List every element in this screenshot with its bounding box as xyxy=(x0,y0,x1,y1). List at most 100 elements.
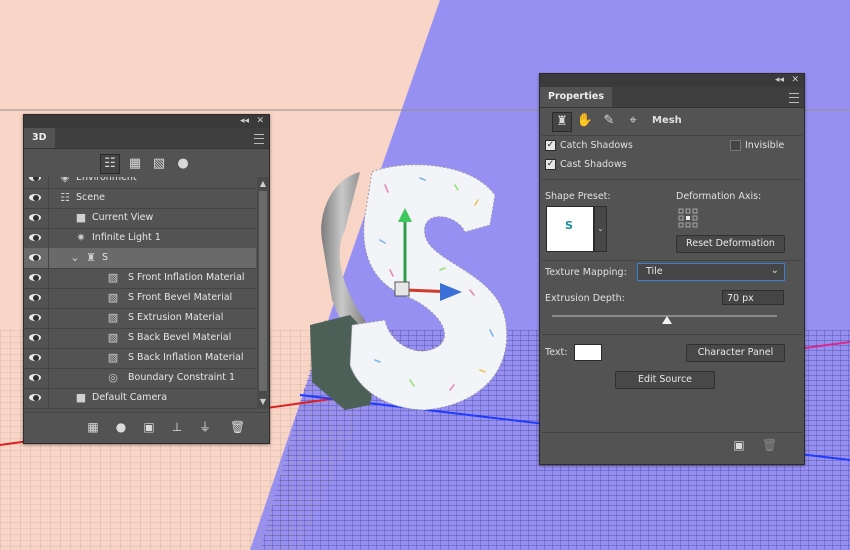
layer-row[interactable]: ▧ S Back Bevel Material xyxy=(24,328,256,349)
panel-menu-icon[interactable] xyxy=(254,134,264,144)
scene-filter-icon[interactable]: ☷ xyxy=(100,154,120,174)
row-separator xyxy=(48,288,49,308)
visibility-eye-icon[interactable] xyxy=(29,177,41,181)
properties-titlebar[interactable]: ◂◂ ✕ xyxy=(540,74,804,87)
axis-grid-icon xyxy=(678,208,698,228)
material-filter-icon[interactable]: ▧ xyxy=(150,155,168,173)
eye-pupil xyxy=(33,295,39,301)
panel-3d: ◂◂ ✕ 3D ☷ ▦ ▧ ● ◈ Environment ☷ Scene ■ Curre… xyxy=(23,114,270,444)
coordinates-mode-icon[interactable]: ⌖ xyxy=(624,112,642,130)
row-separator xyxy=(48,268,49,288)
close-icon[interactable]: ✕ xyxy=(256,116,264,127)
material-icon: ▧ xyxy=(107,311,119,324)
layer-row[interactable]: ▧ S Front Inflation Material xyxy=(24,268,256,289)
drop-to-ground-icon[interactable]: ⊥ xyxy=(170,420,184,434)
visibility-eye-icon[interactable] xyxy=(29,354,41,361)
add-mesh-icon[interactable]: ▦ xyxy=(86,420,100,434)
layer-label: S Extrusion Material xyxy=(128,312,224,323)
chevron-down-icon[interactable]: ⌄ xyxy=(68,251,82,265)
visibility-eye-icon[interactable] xyxy=(29,294,41,301)
divider xyxy=(542,135,802,136)
eye-pupil xyxy=(33,215,39,221)
add-light-icon[interactable]: ● xyxy=(114,420,128,434)
scroll-thumb[interactable] xyxy=(259,191,267,391)
visibility-eye-icon[interactable] xyxy=(29,234,41,241)
texture-mapping-value: Tile xyxy=(646,266,663,277)
visibility-eye-icon[interactable] xyxy=(29,374,41,381)
text-label: Text: xyxy=(545,347,568,358)
cast-shadows-checkbox[interactable]: ✓ xyxy=(545,159,556,170)
trash-icon[interactable]: 🗑 xyxy=(762,438,777,452)
close-icon[interactable]: ✕ xyxy=(791,75,799,86)
layer-row[interactable]: ✷ Infinite Light 1 xyxy=(24,228,256,249)
material-icon: ▧ xyxy=(107,291,119,304)
cap-mode-icon[interactable]: ✎ xyxy=(600,112,618,130)
layer-row[interactable]: ◎ Boundary Constraint 1 xyxy=(24,368,256,389)
3d-letter-s xyxy=(310,164,508,411)
deform-mode-icon[interactable]: ✋ xyxy=(576,112,594,130)
eye-pupil xyxy=(33,395,39,401)
character-panel-button[interactable]: Character Panel xyxy=(686,344,785,362)
constraint-icon: ◎ xyxy=(108,371,118,384)
visibility-eye-icon[interactable] xyxy=(29,214,41,221)
shape-preset-picker[interactable]: S xyxy=(546,206,594,252)
layer-row[interactable]: ■ Current View xyxy=(24,208,256,229)
divider xyxy=(542,334,802,335)
layer-row[interactable]: ▧ S Front Bevel Material xyxy=(24,288,256,309)
render-icon[interactable]: ▣ xyxy=(732,438,746,452)
visibility-eye-icon[interactable] xyxy=(29,314,41,321)
divider xyxy=(542,260,802,261)
split-mesh-icon[interactable]: ⏚ xyxy=(198,420,212,434)
camera-icon: ■ xyxy=(75,211,87,224)
visibility-eye-icon[interactable] xyxy=(29,194,41,201)
deformation-axis-grid[interactable] xyxy=(678,208,698,228)
visibility-eye-icon[interactable] xyxy=(29,394,41,401)
text-color-swatch[interactable] xyxy=(574,344,602,361)
shape-preset-label: Shape Preset: xyxy=(545,191,611,202)
mesh-mode-icon[interactable]: ♜ xyxy=(552,112,572,132)
collapse-icon[interactable]: ◂◂ xyxy=(240,116,249,127)
extrusion-depth-label: Extrusion Depth: xyxy=(545,293,625,304)
extrusion-slider-thumb[interactable] xyxy=(661,316,672,324)
row-separator xyxy=(48,388,49,408)
deformation-axis-label: Deformation Axis: xyxy=(676,191,762,202)
row-separator xyxy=(48,228,49,248)
visibility-eye-icon[interactable] xyxy=(29,334,41,341)
tab-3d[interactable]: 3D xyxy=(24,128,55,148)
reset-deformation-button[interactable]: Reset Deformation xyxy=(676,235,785,253)
layer-row[interactable]: ⌄ ♜ S xyxy=(24,248,256,269)
layer-label: Infinite Light 1 xyxy=(92,232,161,243)
layer-list: ◈ Environment ☷ Scene ■ Current View ✷ Infinite… xyxy=(24,177,256,409)
panel-3d-tabbar: 3D xyxy=(24,128,269,149)
row-separator xyxy=(48,348,49,368)
layer-row[interactable]: ▧ S Extrusion Material xyxy=(24,308,256,329)
row-separator xyxy=(48,328,49,348)
layer-row[interactable]: ☷ Scene xyxy=(24,188,256,209)
shape-preset-dropdown[interactable]: ⌄ xyxy=(594,206,607,252)
mesh-filter-icon[interactable]: ▦ xyxy=(126,155,144,173)
layer-label: Current View xyxy=(92,212,154,223)
scroll-down-icon[interactable]: ▼ xyxy=(258,397,268,407)
texture-mapping-select[interactable]: Tile ⌄ xyxy=(637,263,785,281)
shape-preset-thumbnail: S xyxy=(565,219,573,232)
visibility-eye-icon[interactable] xyxy=(29,274,41,281)
extrusion-depth-input[interactable]: 70 px xyxy=(722,290,784,305)
light-filter-icon[interactable]: ● xyxy=(174,155,192,173)
catch-shadows-checkbox[interactable]: ✓ xyxy=(545,140,556,151)
trash-icon[interactable]: 🗑 xyxy=(230,420,245,434)
layer-scrollbar[interactable]: ▲ ▼ xyxy=(257,177,269,409)
layer-row[interactable]: ▧ S Back Inflation Material xyxy=(24,348,256,369)
scroll-up-icon[interactable]: ▲ xyxy=(258,179,268,189)
panel-3d-titlebar[interactable]: ◂◂ ✕ xyxy=(24,115,269,128)
layer-label: Environment xyxy=(76,177,137,183)
collapse-icon[interactable]: ◂◂ xyxy=(775,75,784,86)
tab-properties[interactable]: Properties xyxy=(540,87,612,107)
panel-menu-icon[interactable] xyxy=(789,93,799,103)
render-icon[interactable]: ▣ xyxy=(142,420,156,434)
environment-icon: ◈ xyxy=(60,177,70,184)
layer-row[interactable]: ■ Default Camera xyxy=(24,388,256,409)
invisible-checkbox[interactable]: ✓ xyxy=(730,140,741,151)
edit-source-button[interactable]: Edit Source xyxy=(615,371,715,389)
chevron-down-icon: ⌄ xyxy=(770,265,779,276)
visibility-eye-icon[interactable] xyxy=(29,254,41,261)
